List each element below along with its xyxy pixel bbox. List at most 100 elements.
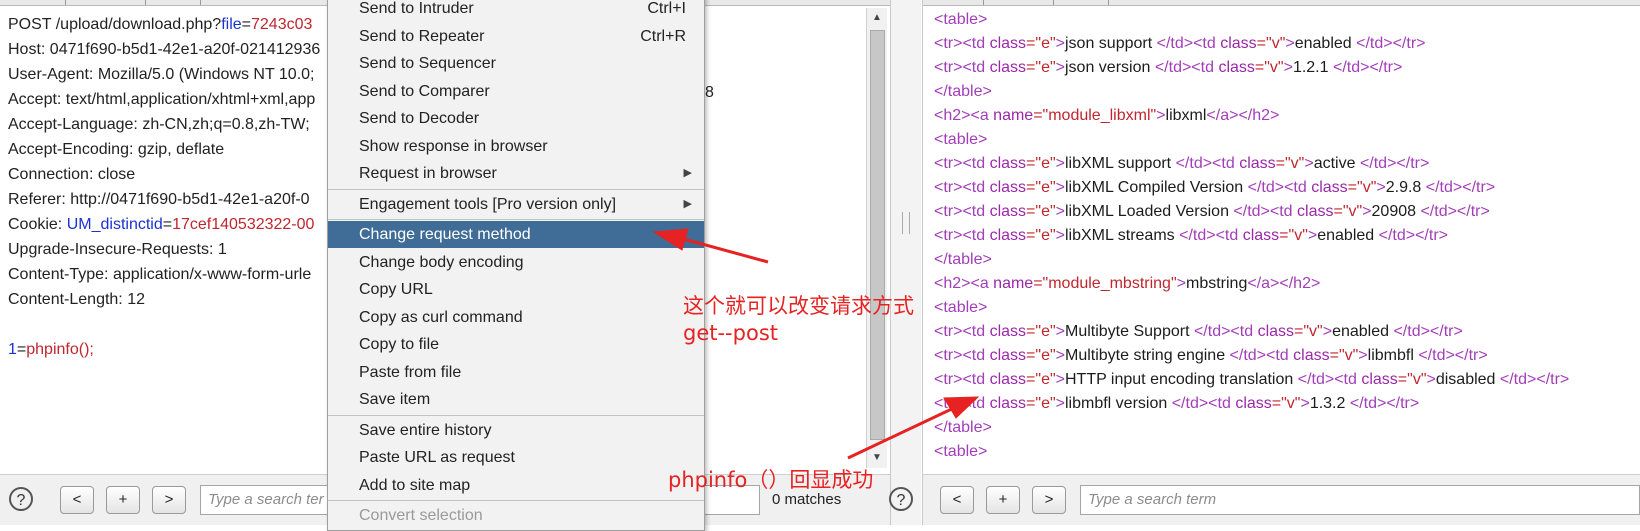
code-token: ="v" — [1347, 179, 1377, 196]
code-token: class — [989, 179, 1027, 196]
prev-match-button[interactable]: < — [940, 486, 974, 514]
menu-item-label: Change request method — [359, 226, 531, 243]
menu-item-change-request-method[interactable]: Change request method — [328, 221, 704, 248]
code-token: 7243c03 — [251, 16, 313, 33]
response-line: </table> — [934, 80, 1634, 104]
code-token: = — [16, 341, 27, 358]
menu-item-shortcut: Ctrl+R — [640, 27, 686, 45]
code-token: > — [1055, 203, 1065, 220]
response-line: <tr><td class="e">libXML streams </td><t… — [934, 224, 1634, 248]
response-line: <table> — [934, 440, 1634, 464]
response-viewer[interactable]: <table> <tr><td class="e">json support </… — [934, 8, 1634, 464]
code-token: > — [1285, 35, 1295, 52]
divider-grip-icon[interactable] — [902, 212, 910, 234]
menu-item-paste-from-file[interactable]: Paste from file — [328, 359, 704, 386]
menu-item-send-to-sequencer[interactable]: Send to Sequencer — [328, 50, 704, 77]
tab-edge — [65, 0, 66, 5]
code-token: <tr><td — [934, 227, 990, 244]
prev-match-button[interactable]: < — [60, 486, 94, 514]
code-token: </td></tr> — [1420, 203, 1490, 220]
menu-item-paste-url-as-request[interactable]: Paste URL as request — [328, 444, 704, 471]
menu-item-send-to-intruder[interactable]: Send to Intruder Ctrl+I — [328, 0, 704, 22]
menu-item-save-item[interactable]: Save item — [328, 386, 704, 413]
code-token: </table> — [934, 251, 992, 268]
code-token: mbstring — [1185, 275, 1248, 292]
code-token: ="e" — [1026, 35, 1056, 52]
code-token: class — [1311, 179, 1348, 196]
code-token: </td><td — [1175, 155, 1240, 172]
code-token: disabled — [1435, 371, 1500, 388]
code-token: <tr><td — [934, 35, 990, 52]
code-token: <table> — [934, 11, 988, 28]
code-token: class — [989, 155, 1027, 172]
help-button[interactable]: ? — [9, 487, 33, 511]
code-token: class — [989, 395, 1027, 412]
code-token: ="v" — [1275, 155, 1305, 172]
scroll-thumb[interactable] — [870, 30, 885, 440]
menu-item-change-body-encoding[interactable]: Change body encoding — [328, 249, 704, 276]
code-token: enabled — [1332, 323, 1394, 340]
code-token: <table> — [934, 443, 988, 460]
match-count: 0 matches — [772, 491, 842, 508]
code-token: active — [1313, 155, 1360, 172]
code-token: > — [1362, 203, 1372, 220]
menu-item-send-to-repeater[interactable]: Send to Repeater Ctrl+R — [328, 23, 704, 50]
code-token: > — [1300, 395, 1310, 412]
code-token: <tr><td — [934, 347, 990, 364]
menu-item-request-in-browser[interactable]: Request in browser ▶ — [328, 160, 704, 187]
menu-item-label: Send to Intruder — [359, 0, 474, 17]
menu-item-label: Add to site map — [359, 476, 471, 494]
code-token: libmbfl — [1367, 347, 1419, 364]
menu-item-add-to-site-map[interactable]: Add to site map — [328, 472, 704, 499]
code-token: </td></tr> — [1349, 395, 1420, 412]
code-token: ="e" — [1026, 155, 1056, 172]
menu-item-label: Show response in browser — [359, 137, 548, 155]
scroll-up-icon[interactable]: ▲ — [867, 8, 887, 28]
code-token: </td></tr> — [1425, 179, 1496, 196]
menu-item-send-to-decoder[interactable]: Send to Decoder — [328, 105, 704, 132]
code-token: 20908 — [1371, 203, 1421, 220]
code-token: json support — [1065, 35, 1157, 52]
code-token: > — [1055, 227, 1065, 244]
code-token: > — [1055, 347, 1065, 364]
menu-item-save-entire-history[interactable]: Save entire history — [328, 417, 704, 444]
code-token: json version — [1065, 59, 1155, 76]
menu-item-copy-url[interactable]: Copy URL — [328, 276, 704, 303]
code-token: class — [989, 203, 1027, 220]
request-scrollbar[interactable]: ▲ ▼ — [866, 8, 887, 468]
response-line: <tr><td class="e">HTTP input encoding tr… — [934, 368, 1634, 392]
code-token: > — [1055, 35, 1065, 52]
add-button[interactable]: + — [986, 486, 1020, 514]
scroll-down-icon[interactable]: ▼ — [867, 448, 887, 468]
code-token: </td><td — [1297, 371, 1362, 388]
menu-item-copy-to-file[interactable]: Copy to file — [328, 331, 704, 358]
menu-item-label: Save item — [359, 391, 431, 408]
response-help-button[interactable]: ? — [889, 487, 913, 511]
code-token: <tr><td — [934, 179, 990, 196]
menu-separator — [328, 500, 704, 501]
code-token: <tr><td — [934, 323, 990, 340]
menu-item-label: Change body encoding — [359, 253, 524, 271]
add-button[interactable]: + — [106, 486, 140, 514]
code-token: > — [1358, 347, 1368, 364]
menu-item-send-to-comparer[interactable]: Send to Comparer — [328, 78, 704, 105]
response-line: <tr><td class="e">Multibyte string engin… — [934, 344, 1634, 368]
menu-item-engagement-tools-pro-version-only[interactable]: Engagement tools [Pro version only] ▶ — [328, 191, 704, 218]
code-token: </td></tr> — [1356, 35, 1426, 52]
code-token: </td></tr> — [1418, 347, 1488, 364]
response-line: <tr><td class="e">Multibyte Support </td… — [934, 320, 1634, 344]
menu-item-copy-as-curl-command[interactable]: Copy as curl command — [328, 304, 704, 331]
code-token: > — [1055, 395, 1065, 412]
next-match-button[interactable]: > — [1032, 486, 1066, 514]
response-search-input[interactable]: Type a search term — [1080, 485, 1640, 515]
pane-divider[interactable] — [891, 0, 921, 525]
code-token: Host: 0471f690-b5d1-42e1-a20f-021412936 — [8, 41, 321, 58]
code-token: > — [1055, 371, 1065, 388]
code-token: <h2><a — [934, 107, 994, 124]
code-token: > — [1376, 179, 1386, 196]
next-match-button[interactable]: > — [152, 486, 186, 514]
code-token: Connection: close — [8, 166, 136, 183]
code-token: > — [1055, 323, 1065, 340]
code-token: UM_distinctid — [66, 216, 163, 233]
menu-item-show-response-in-browser[interactable]: Show response in browser — [328, 133, 704, 160]
